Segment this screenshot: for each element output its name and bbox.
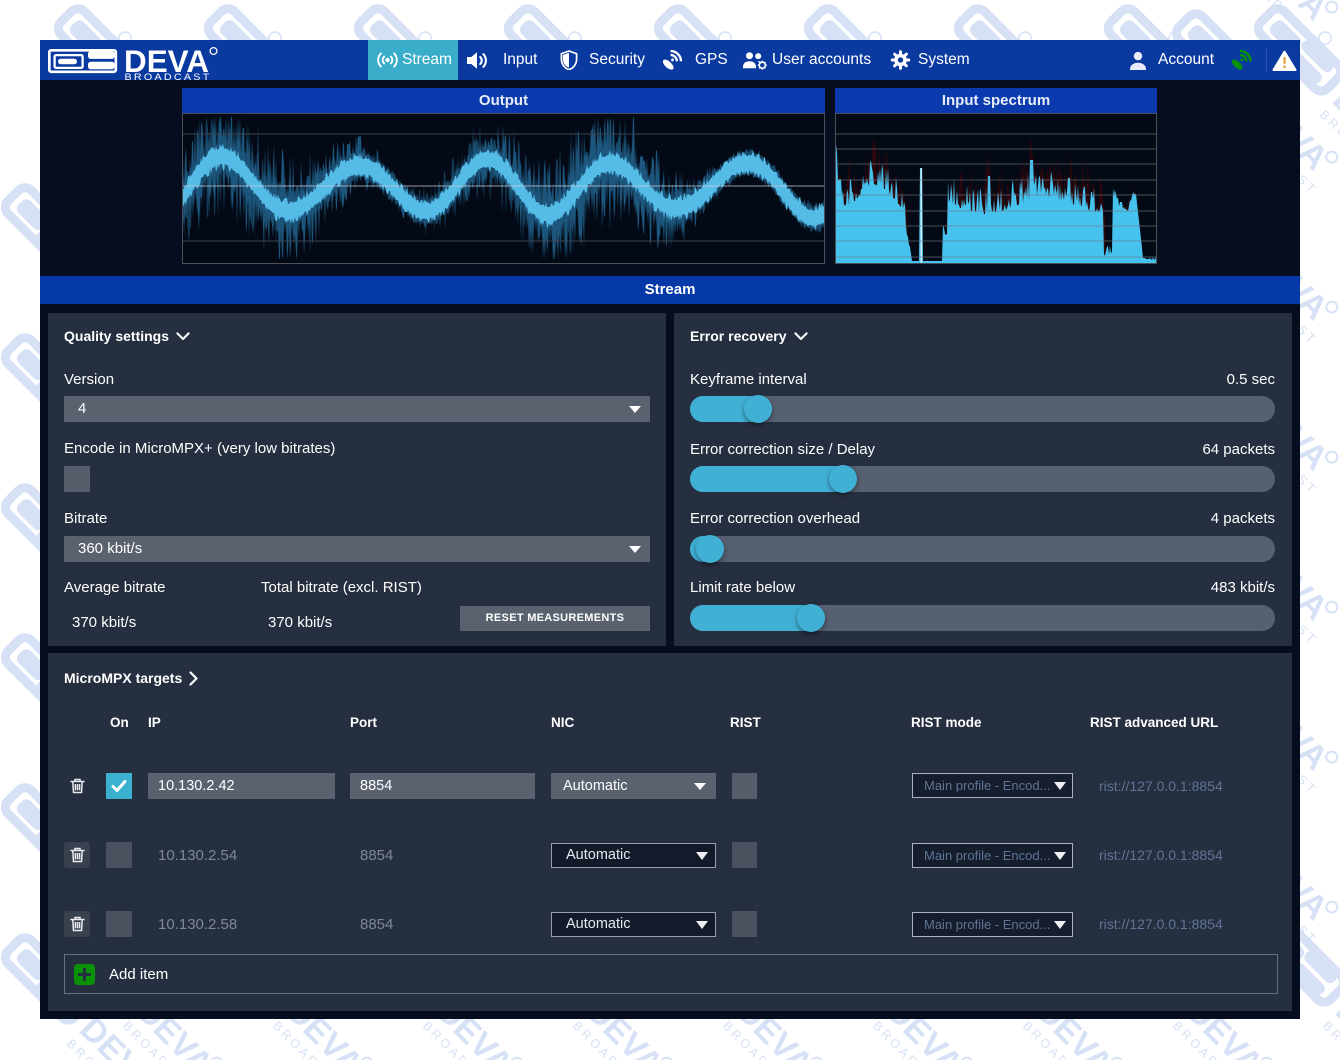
svg-text:BROADCAST: BROADCAST xyxy=(125,72,212,80)
